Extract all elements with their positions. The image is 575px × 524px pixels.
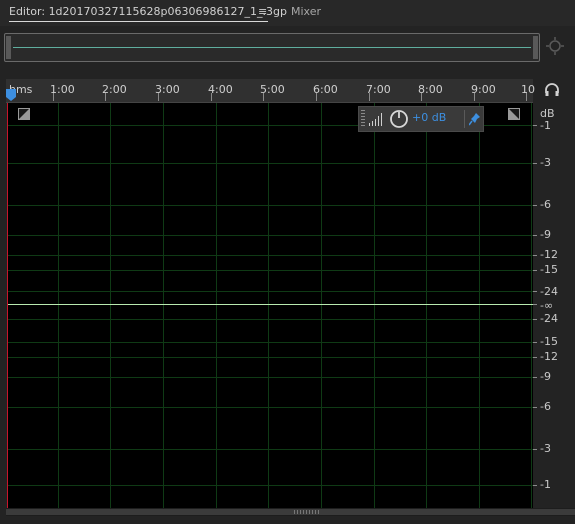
hud-volume-control[interactable]: +0 dB	[358, 106, 484, 132]
headphones-icon[interactable]	[544, 82, 560, 98]
ruler-major-tick	[53, 93, 54, 101]
db-label: -1	[540, 478, 551, 491]
db-label: -6	[540, 400, 551, 413]
db-tick	[533, 357, 537, 358]
hud-divider	[464, 110, 465, 128]
ruler-major-tick	[316, 93, 317, 101]
ruler-tick-label: 10	[521, 83, 535, 96]
volume-knob-icon[interactable]	[389, 109, 409, 129]
db-label: -3	[540, 442, 551, 455]
level-bars-icon	[369, 113, 382, 126]
pin-icon[interactable]	[469, 112, 481, 126]
db-tick	[533, 255, 537, 256]
db-label: -15	[540, 263, 558, 276]
scrollbar-grip-icon[interactable]	[294, 510, 319, 514]
tab-editor[interactable]: Editor: 1d20170327115628p06306986127_1_.…	[9, 5, 287, 18]
db-scale: dB -1 -3 -6 -9 -12 -15 -24 -∞ -24 -15 -1…	[533, 103, 575, 508]
horizontal-scrollbar[interactable]	[6, 508, 575, 516]
ruler-major-tick	[526, 93, 527, 101]
overview-waveform	[13, 47, 531, 48]
panel-menu-icon[interactable]: ≡	[258, 5, 267, 18]
grid-line	[7, 291, 533, 292]
db-label: -24	[540, 312, 558, 325]
hud-drag-grip[interactable]	[361, 110, 365, 128]
tab-mixer[interactable]: Mixer	[291, 5, 321, 18]
grid-line	[7, 205, 533, 206]
ruler-major-tick	[263, 93, 264, 101]
scrollbar-thumb[interactable]	[6, 509, 575, 515]
db-tick	[533, 235, 537, 236]
playhead-marker-icon[interactable]	[6, 89, 18, 102]
waveform-display[interactable]	[7, 103, 533, 508]
ruler-major-tick	[158, 93, 159, 101]
db-label: -12	[540, 248, 558, 261]
db-tick	[533, 319, 537, 320]
panel-tab-bar: Editor: 1d20170327115628p06306986127_1_.…	[0, 0, 575, 26]
grid-line	[7, 255, 533, 256]
ruler-major-tick	[421, 93, 422, 101]
fade-in-handle-icon[interactable]	[18, 108, 30, 120]
playhead-line[interactable]	[7, 103, 8, 508]
ruler-major-tick	[369, 93, 370, 101]
zoom-navigator-icon[interactable]	[545, 36, 565, 56]
grid-line	[7, 319, 533, 320]
db-label: -3	[540, 156, 551, 169]
db-tick	[533, 205, 537, 206]
grid-line	[7, 235, 533, 236]
grid-line	[7, 407, 533, 408]
grid-line	[7, 270, 533, 271]
ruler-major-tick	[474, 93, 475, 101]
db-label: -6	[540, 198, 551, 211]
db-tick	[533, 485, 537, 486]
db-tick	[533, 342, 537, 343]
db-tick	[533, 377, 537, 378]
ruler-major-tick	[105, 93, 106, 101]
db-tick	[533, 407, 537, 408]
db-tick	[533, 163, 537, 164]
waveform-line	[7, 304, 533, 305]
grid-line	[7, 357, 533, 358]
grid-line	[7, 449, 533, 450]
db-label: -9	[540, 370, 551, 383]
db-tick	[533, 291, 537, 292]
grid-line	[7, 342, 533, 343]
grid-line	[7, 485, 533, 486]
active-tab-indicator	[9, 21, 268, 22]
db-tick	[533, 449, 537, 450]
db-label: -12	[540, 350, 558, 363]
db-label: -9	[540, 228, 551, 241]
db-tick	[533, 304, 537, 305]
db-label: -∞	[540, 299, 554, 312]
waveform-overview[interactable]	[4, 33, 540, 62]
time-ruler[interactable]: hms 1:00 2:00 3:00 4:00 5:00 6:00 7:00 8…	[6, 79, 535, 103]
hud-volume-value[interactable]: +0 dB	[412, 111, 446, 124]
db-label: -24	[540, 285, 558, 298]
fade-out-handle-icon[interactable]	[508, 108, 520, 120]
ruler-major-tick	[211, 93, 212, 101]
overview-left-handle[interactable]	[6, 36, 11, 59]
db-tick	[533, 270, 537, 271]
grid-line	[7, 377, 533, 378]
grid-line	[7, 163, 533, 164]
overview-right-handle[interactable]	[533, 36, 538, 59]
db-label: -15	[540, 335, 558, 348]
db-label: -1	[540, 119, 551, 132]
db-tick	[533, 125, 537, 126]
